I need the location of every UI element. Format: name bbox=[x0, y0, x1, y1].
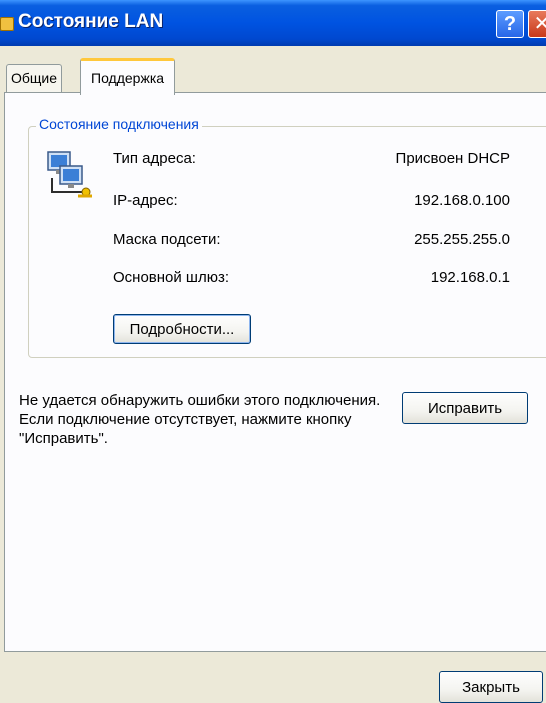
repair-button[interactable]: Исправить bbox=[402, 392, 528, 424]
tab-strip: Общие Поддержка bbox=[0, 56, 546, 95]
help-button[interactable]: ? bbox=[496, 10, 524, 38]
repair-message: Не удается обнаружить ошибки этого подкл… bbox=[19, 392, 381, 447]
title-bar[interactable]: Состояние LAN ? ✕ bbox=[0, 0, 546, 46]
ip-address-value: 192.168.0.100 bbox=[414, 192, 510, 209]
default-gateway-value: 192.168.0.1 bbox=[430, 269, 510, 286]
group-title: Состояние подключения bbox=[36, 116, 202, 132]
details-button[interactable]: Подробности... bbox=[113, 314, 251, 344]
default-gateway-label: Основной шлюз: bbox=[113, 269, 230, 286]
ip-address-label: IP-адрес: bbox=[113, 192, 178, 209]
tab-general[interactable]: Общие bbox=[6, 64, 63, 92]
subnet-mask-value: 255.255.255.0 bbox=[414, 231, 510, 248]
window-icon bbox=[0, 17, 14, 31]
close-window-button[interactable]: ✕ bbox=[528, 10, 546, 38]
address-type-value: Присвоен DHCP bbox=[395, 150, 510, 167]
subnet-mask-label: Маска подсети: bbox=[113, 231, 221, 248]
close-button[interactable]: Закрыть bbox=[439, 671, 543, 703]
network-connection-icon bbox=[47, 151, 92, 198]
address-type-label: Тип адреса: bbox=[113, 150, 196, 167]
window-title: Состояние LAN bbox=[18, 11, 164, 32]
tab-support[interactable]: Поддержка bbox=[80, 58, 176, 95]
